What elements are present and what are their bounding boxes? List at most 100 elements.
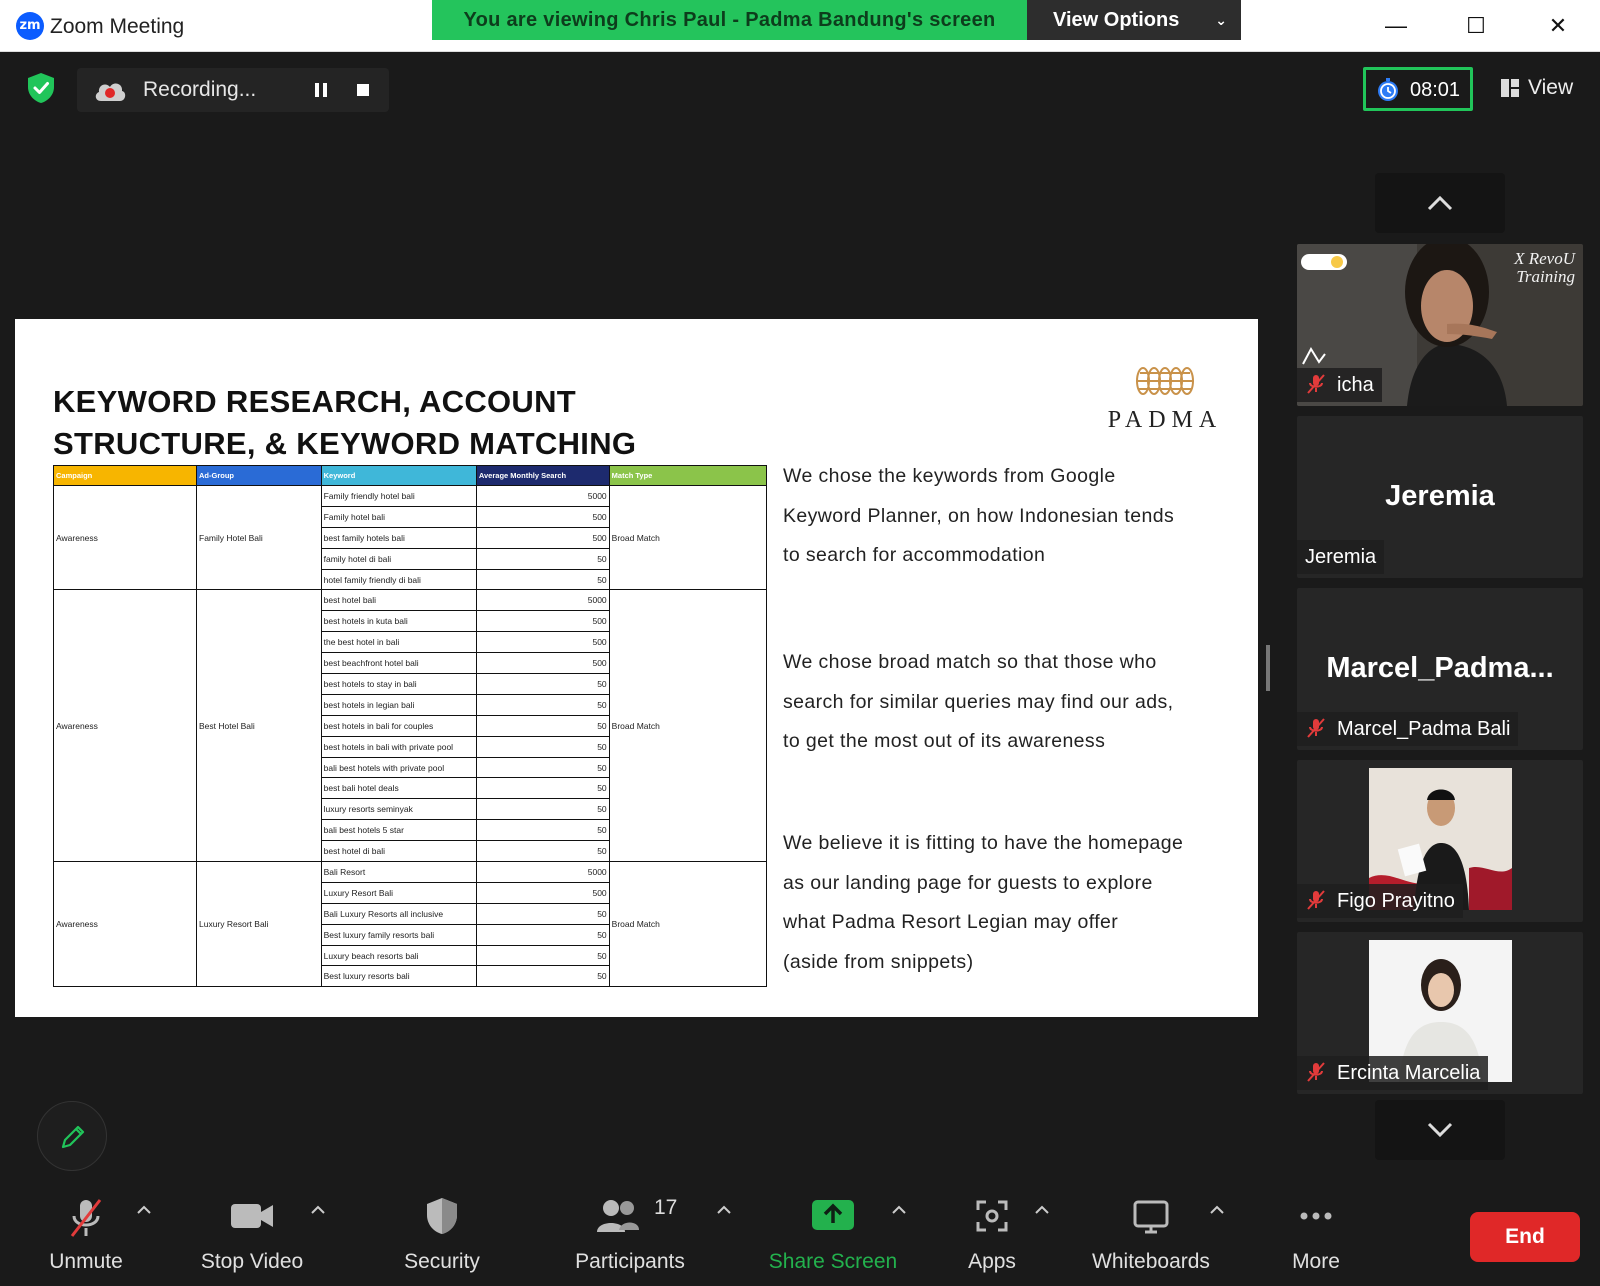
audio-options-caret-icon[interactable] [134,1200,154,1220]
whiteboards-button[interactable]: Whiteboards [1086,1186,1216,1286]
unmute-button[interactable]: Unmute [30,1186,142,1286]
search-volume-cell: 50 [475,756,610,779]
keyword-cell: best hotels in legian bali [320,693,477,716]
keyword-cell: bali best hotels 5 star [320,819,477,842]
view-options-button[interactable]: View Options ⌄ [1027,0,1241,40]
participant-name-label: Marcel_Padma Bali [1297,712,1519,746]
table-header-cell: Average Monthly Search [475,465,610,486]
table-header-cell: Ad-Group [196,465,322,486]
table-header-cell: Match Type [608,465,768,486]
participant-name-label: Jeremia [1297,540,1385,574]
security-button[interactable]: Security [392,1186,492,1286]
unmute-label: Unmute [49,1250,123,1273]
security-label: Security [404,1250,480,1273]
search-volume-cell: 50 [475,840,610,863]
search-volume-cell: 50 [475,777,610,800]
participants-button[interactable]: 17 Participants [568,1186,692,1286]
more-button[interactable]: More [1276,1186,1356,1286]
whiteboards-options-caret-icon[interactable] [1207,1200,1227,1220]
participants-count: 17 [654,1196,678,1219]
gallery-scroll-up-button[interactable] [1375,173,1505,233]
campaign-cell: Awareness [53,589,197,863]
chevron-down-icon [1427,1122,1453,1138]
video-tile-jeremia[interactable]: Jeremia Jeremia [1297,416,1583,578]
keyword-cell: Best luxury resorts bali [320,965,477,988]
padma-logo-icon [1136,367,1194,395]
minimize-button[interactable]: — [1366,6,1426,46]
annotate-button[interactable] [37,1101,107,1171]
viewing-screen-banner: You are viewing Chris Paul - Padma Bandu… [432,0,1027,40]
participant-name-label: Ercinta Marcelia [1297,1056,1489,1090]
video-tile-icha[interactable]: X RevoU Training icha [1297,244,1583,406]
keyword-cell: Bali Resort [320,861,477,883]
paragraph-1-line: Keyword Planner, on how Indonesian tends [783,504,1175,527]
gallery-scroll-down-button[interactable] [1375,1100,1505,1160]
keyword-cell: Family friendly hotel bali [320,485,477,507]
paragraph-2-line: search for similar queries may find our … [783,690,1174,713]
apps-button[interactable]: Apps [952,1186,1032,1286]
stop-video-button[interactable]: Stop Video [192,1186,312,1286]
close-button[interactable]: ✕ [1528,6,1588,46]
view-button[interactable]: View [1490,70,1580,108]
match-type-cell: Broad Match [608,484,768,591]
search-volume-cell: 500 [475,505,610,528]
share-options-caret-icon[interactable] [889,1200,909,1220]
apps-options-caret-icon[interactable] [1032,1200,1052,1220]
paragraph-2-line: We chose broad match so that those who [783,651,1157,673]
security-shield-icon [427,1198,457,1234]
meeting-timer[interactable]: 08:01 [1363,67,1473,111]
apps-icon [976,1200,1008,1232]
participants-icon [596,1200,639,1232]
paragraph-2-line: to get the most out of its awareness [783,730,1106,752]
end-meeting-button[interactable]: End [1470,1212,1580,1262]
participant-name: Jeremia [1305,546,1377,568]
search-volume-cell: 50 [475,568,610,591]
recording-indicator: Recording... [77,68,389,112]
video-tile-ercinta[interactable]: Ercinta Marcelia [1297,932,1583,1094]
split-view-drag-handle[interactable] [1266,645,1270,691]
zoom-logo-icon: zm [16,12,44,40]
keyword-cell: hotel family friendly di bali [320,568,477,591]
keyword-cell: Family hotel bali [320,505,477,528]
view-button-label: View [1528,76,1574,99]
more-label: More [1292,1250,1340,1273]
stop-recording-icon[interactable] [349,76,377,104]
paragraph-1-line: We chose the keywords from Google [783,465,1116,487]
video-tile-figo[interactable]: Figo Prayitno [1297,760,1583,922]
paragraph-3-line: We believe it is fitting to have the hom… [783,832,1184,854]
chevron-down-icon: ⌄ [1215,12,1227,28]
search-volume-cell: 500 [475,631,610,654]
table-header-cell: Campaign [53,465,197,486]
encryption-shield-icon[interactable] [26,72,56,104]
participants-options-caret-icon[interactable] [714,1200,734,1220]
pause-recording-icon[interactable] [307,76,335,104]
search-volume-cell: 5000 [475,485,610,507]
participant-name: icha [1337,374,1374,396]
table-row: Awareness Best Hotel Bali best hotel bali 5… [53,589,768,863]
video-tile-marcel[interactable]: Marcel_Padma... Marcel_Padma Bali [1297,588,1583,750]
slide-paragraph-1: We chose the keywords from Google Keywor… [783,457,1243,576]
background-overlay-text: X RevoU Training [1514,250,1575,286]
keyword-table: Campaign Ad-Group Keyword Average Monthly S… [53,465,768,988]
keyword-cell: best hotels to stay in bali [320,673,477,695]
view-options-label: View Options [1053,9,1180,31]
search-volume-cell: 50 [475,673,610,695]
share-screen-icon [812,1200,854,1230]
share-screen-button[interactable]: Share Screen [762,1186,904,1286]
keyword-cell: Bali Luxury Resorts all inclusive [320,902,477,925]
participant-name: Marcel_Padma Bali [1337,718,1511,740]
search-volume-cell: 50 [475,902,610,925]
search-volume-cell: 50 [475,714,610,737]
apps-label: Apps [968,1250,1016,1273]
whiteboards-label: Whiteboards [1092,1250,1210,1273]
maximize-button[interactable]: ☐ [1446,6,1506,46]
search-volume-cell: 50 [475,798,610,821]
cloud-recording-icon [95,83,126,101]
slide-title-line-2: STRUCTURE, & KEYWORD MATCHING [53,426,637,461]
participant-name: Figo Prayitno [1337,890,1455,912]
video-options-caret-icon[interactable] [308,1200,328,1220]
keyword-cell: Luxury beach resorts bali [320,944,477,967]
participant-name-label: icha [1297,368,1382,402]
participant-display-name: Marcel_Padma... [1326,652,1554,684]
keyword-cell: best hotels in bali with private pool [320,735,477,758]
